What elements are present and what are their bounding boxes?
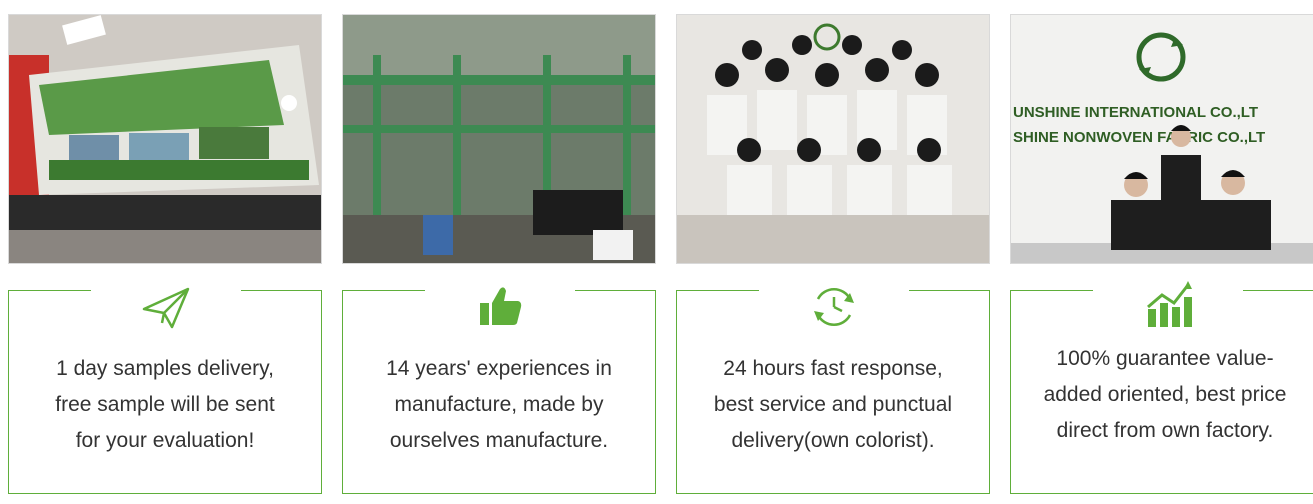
clock-refresh-icon — [804, 277, 864, 337]
paper-plane-icon — [136, 277, 196, 337]
features-section: 1 day samples delivery, free sample will… — [0, 0, 1313, 504]
feature-response: 24 hours fast response, best service and… — [676, 0, 996, 504]
feature-text: 14 years' experiences in manufacture, ma… — [386, 357, 612, 452]
feature-card: 1 day samples delivery, free sample will… — [8, 287, 322, 494]
management-photo: UNSHINE INTERNATIONAL CO.,LT SHINE NONWO… — [1010, 14, 1313, 264]
factory-photo — [342, 14, 656, 264]
feature-card: 14 years' experiences in manufacture, ma… — [342, 287, 656, 494]
feature-experience: 14 years' experiences in manufacture, ma… — [342, 0, 662, 504]
samples-photo — [8, 14, 322, 264]
growth-chart-icon — [1138, 277, 1198, 337]
feature-text: 1 day samples delivery, free sample will… — [55, 357, 275, 452]
feature-card: 24 hours fast response, best service and… — [676, 287, 990, 494]
feature-samples: 1 day samples delivery, free sample will… — [8, 0, 328, 504]
feature-text: 100% guarantee value- added oriented, be… — [1043, 347, 1287, 442]
feature-card: 100% guarantee value- added oriented, be… — [1010, 281, 1313, 494]
sign-line-1: UNSHINE INTERNATIONAL CO.,LT — [1013, 104, 1258, 121]
thumbs-up-icon — [470, 277, 530, 337]
sign-line-2: SHINE NONWOVEN FABRIC CO.,LT — [1013, 129, 1265, 146]
feature-text: 24 hours fast response, best service and… — [713, 357, 953, 452]
feature-guarantee: UNSHINE INTERNATIONAL CO.,LT SHINE NONWO… — [1010, 0, 1313, 504]
team-photo — [676, 14, 990, 264]
